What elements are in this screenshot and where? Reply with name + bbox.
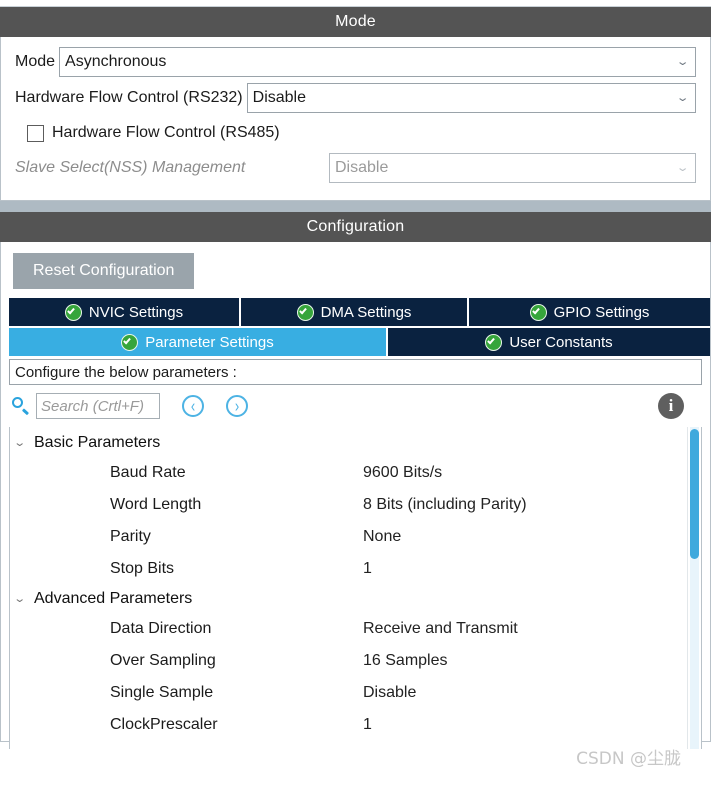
configuration-panel-body: Reset Configuration NVIC Settings DMA Se… <box>0 242 711 749</box>
chevron-down-icon: ⌄ <box>675 161 690 174</box>
mode-field-label: Mode <box>15 53 56 70</box>
tab-dma-settings[interactable]: DMA Settings <box>241 298 467 326</box>
chevron-down-icon: ⌄ <box>13 436 27 449</box>
table-row[interactable]: Over Sampling 16 Samples <box>10 645 687 677</box>
configure-instruction-text: Configure the below parameters : <box>15 363 237 381</box>
tab-user-constants-label: User Constants <box>509 333 613 351</box>
window-top-band <box>0 0 711 7</box>
search-icon <box>11 396 31 416</box>
mode-panel-body: Mode Asynchronous ⌄ Hardware Flow Contro… <box>0 37 711 201</box>
search-next-button[interactable]: › <box>226 395 248 417</box>
configuration-panel: Configuration Reset Configuration NVIC S… <box>0 212 711 749</box>
hardware-flow-control-rs232-dropdown[interactable]: Disable ⌄ <box>246 83 696 113</box>
reset-configuration-button[interactable]: Reset Configuration <box>13 253 195 289</box>
tab-nvic-settings-label: NVIC Settings <box>88 303 184 321</box>
tab-gpio-settings-label: GPIO Settings <box>553 303 650 321</box>
param-value: 1 <box>363 716 372 733</box>
group-header-basic-parameters[interactable]: ⌄ Basic Parameters <box>10 429 687 457</box>
param-name: Stop Bits <box>110 560 175 577</box>
settings-tab-row-secondary: Parameter Settings User Constants <box>1 328 710 356</box>
param-value: Receive and Transmit <box>363 620 518 637</box>
param-value: 1 <box>363 560 372 577</box>
scrollbar-thumb[interactable] <box>690 429 699 559</box>
param-name: Over Sampling <box>110 652 216 669</box>
panel-separator-band <box>0 201 711 212</box>
mode-panel: Mode Mode Asynchronous ⌄ Hardware Flow C… <box>0 7 711 201</box>
param-value: 8 Bits (including Parity) <box>363 496 527 513</box>
search-input[interactable] <box>36 393 160 419</box>
parameter-tree: ⌄ Basic Parameters Baud Rate 9600 Bits/s… <box>10 427 687 749</box>
chevron-right-icon: › <box>234 394 240 416</box>
chevron-down-icon: ⌄ <box>13 592 27 605</box>
tab-parameter-settings[interactable]: Parameter Settings <box>9 328 386 356</box>
green-check-icon <box>529 303 547 321</box>
param-value: 9600 Bits/s <box>363 464 443 481</box>
parameter-search-toolbar: ‹ › i <box>1 385 710 427</box>
tab-user-constants[interactable]: User Constants <box>388 328 710 356</box>
green-check-icon <box>121 333 139 351</box>
group-header-basic-parameters-label: Basic Parameters <box>34 434 161 451</box>
param-name: Word Length <box>110 496 202 513</box>
hardware-flow-control-rs485-checkbox[interactable] <box>27 124 44 142</box>
hardware-flow-control-rs232-row: Hardware Flow Control (RS232) Disable ⌄ <box>15 83 696 113</box>
hardware-flow-control-rs485-label: Hardware Flow Control (RS485) <box>52 124 280 141</box>
group-header-advanced-parameters-label: Advanced Parameters <box>34 590 193 607</box>
search-previous-button[interactable]: ‹ <box>182 395 204 417</box>
table-row[interactable]: Data Direction Receive and Transmit <box>10 613 687 645</box>
tab-dma-settings-label: DMA Settings <box>320 303 412 321</box>
slave-select-nss-management-label: Slave Select(NSS) Management <box>15 159 246 176</box>
hardware-flow-control-rs232-value: Disable <box>252 89 306 106</box>
slave-select-nss-management-value: Disable <box>335 159 389 176</box>
param-name: Parity <box>110 528 151 545</box>
settings-tab-row-primary: NVIC Settings DMA Settings GPIO Settings <box>1 298 710 326</box>
param-value: Disable <box>363 684 417 701</box>
configure-instruction-strip: Configure the below parameters : <box>9 359 702 385</box>
param-value: None <box>363 528 402 545</box>
mode-dropdown[interactable]: Asynchronous ⌄ <box>59 47 696 77</box>
hardware-flow-control-rs485-row[interactable]: Hardware Flow Control (RS485) <box>27 119 696 147</box>
chevron-down-icon: ⌄ <box>675 55 690 68</box>
table-row[interactable]: Word Length 8 Bits (including Parity) <box>10 489 687 521</box>
tab-nvic-settings[interactable]: NVIC Settings <box>9 298 239 326</box>
hardware-flow-control-rs232-label: Hardware Flow Control (RS232) <box>15 89 243 106</box>
reset-configuration-toolbar: Reset Configuration <box>1 242 710 298</box>
table-row[interactable]: Stop Bits 1 <box>10 553 687 585</box>
info-icon-glyph: i <box>668 396 674 415</box>
tab-gpio-settings[interactable]: GPIO Settings <box>469 298 710 326</box>
slave-select-nss-management-row: Slave Select(NSS) Management Disable ⌄ <box>15 153 696 183</box>
slave-select-nss-management-dropdown: Disable ⌄ <box>329 153 696 183</box>
param-name: ClockPrescaler <box>110 716 218 733</box>
parameter-tree-scrollbar[interactable] <box>687 427 701 749</box>
param-name: Baud Rate <box>110 464 186 481</box>
parameter-tree-container: ⌄ Basic Parameters Baud Rate 9600 Bits/s… <box>9 427 702 749</box>
mode-panel-title: Mode <box>0 7 711 37</box>
param-value: 16 Samples <box>363 652 448 669</box>
green-check-icon <box>485 333 503 351</box>
chevron-down-icon: ⌄ <box>675 91 690 104</box>
configuration-panel-title: Configuration <box>0 212 711 242</box>
green-check-icon <box>296 303 314 321</box>
green-check-icon <box>64 303 82 321</box>
param-name: Single Sample <box>110 684 214 701</box>
chevron-left-icon: ‹ <box>190 394 196 416</box>
mode-dropdown-value: Asynchronous <box>65 53 167 70</box>
table-row[interactable]: ClockPrescaler 1 <box>10 709 687 741</box>
group-header-advanced-parameters[interactable]: ⌄ Advanced Parameters <box>10 585 687 613</box>
table-row[interactable]: Parity None <box>10 521 687 553</box>
tab-parameter-settings-label: Parameter Settings <box>145 333 274 351</box>
info-icon[interactable]: i <box>658 393 684 419</box>
mode-field-row: Mode Asynchronous ⌄ <box>15 47 696 77</box>
table-row[interactable]: Single Sample Disable <box>10 677 687 709</box>
application-window: Mode Mode Asynchronous ⌄ Hardware Flow C… <box>0 0 711 785</box>
table-row[interactable]: Baud Rate 9600 Bits/s <box>10 457 687 489</box>
param-name: Data Direction <box>110 620 212 637</box>
